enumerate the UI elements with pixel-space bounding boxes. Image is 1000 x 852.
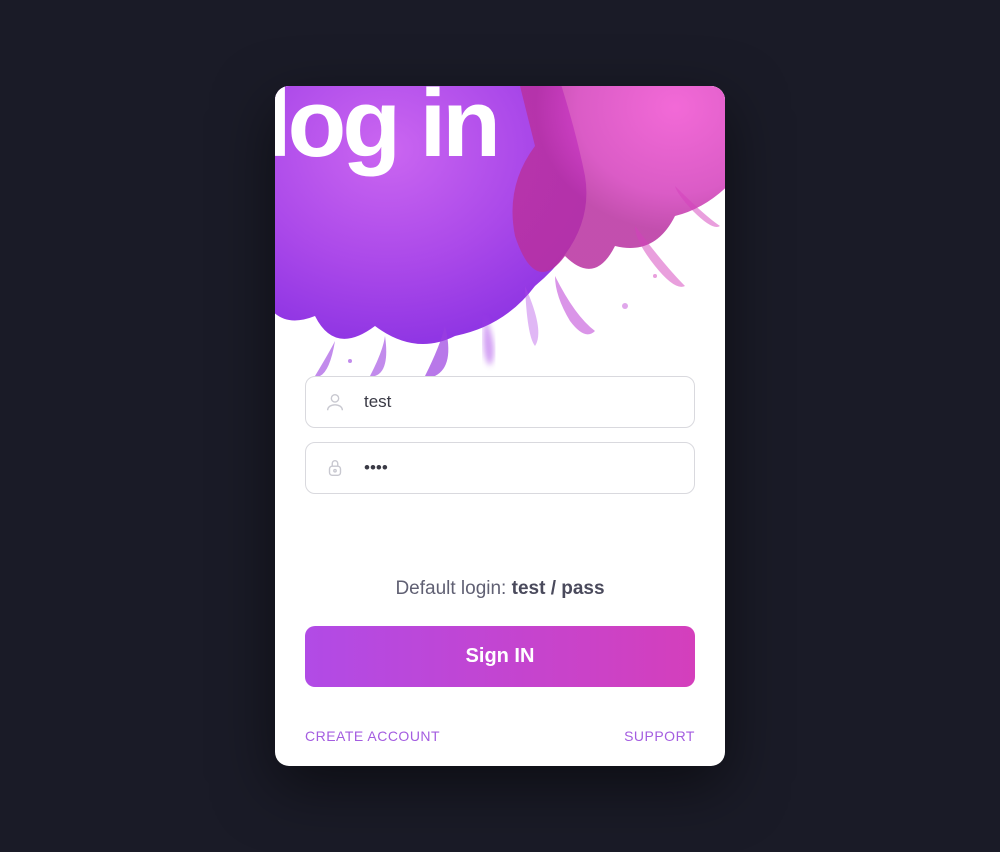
support-link[interactable]: SUPPORT xyxy=(624,728,695,744)
password-input[interactable] xyxy=(364,458,676,478)
signin-button[interactable]: Sign IN xyxy=(305,626,695,687)
hero-banner: log in xyxy=(275,86,725,376)
password-field-wrap[interactable] xyxy=(305,442,695,494)
hint-credentials: test / pass xyxy=(512,578,605,599)
login-form: Default login: test / pass Sign IN xyxy=(275,376,725,706)
footer-links: CREATE ACCOUNT SUPPORT xyxy=(275,706,725,766)
hint-label: Default login: xyxy=(395,578,511,599)
user-icon xyxy=(324,391,346,413)
username-input[interactable] xyxy=(364,392,676,412)
username-field-wrap[interactable] xyxy=(305,376,695,428)
login-card: log in Default login: test / pass Sign I… xyxy=(275,86,725,766)
lock-icon xyxy=(324,457,346,479)
default-login-hint: Default login: test / pass xyxy=(305,578,695,600)
page-title: log in xyxy=(275,86,497,172)
create-account-link[interactable]: CREATE ACCOUNT xyxy=(305,728,440,744)
